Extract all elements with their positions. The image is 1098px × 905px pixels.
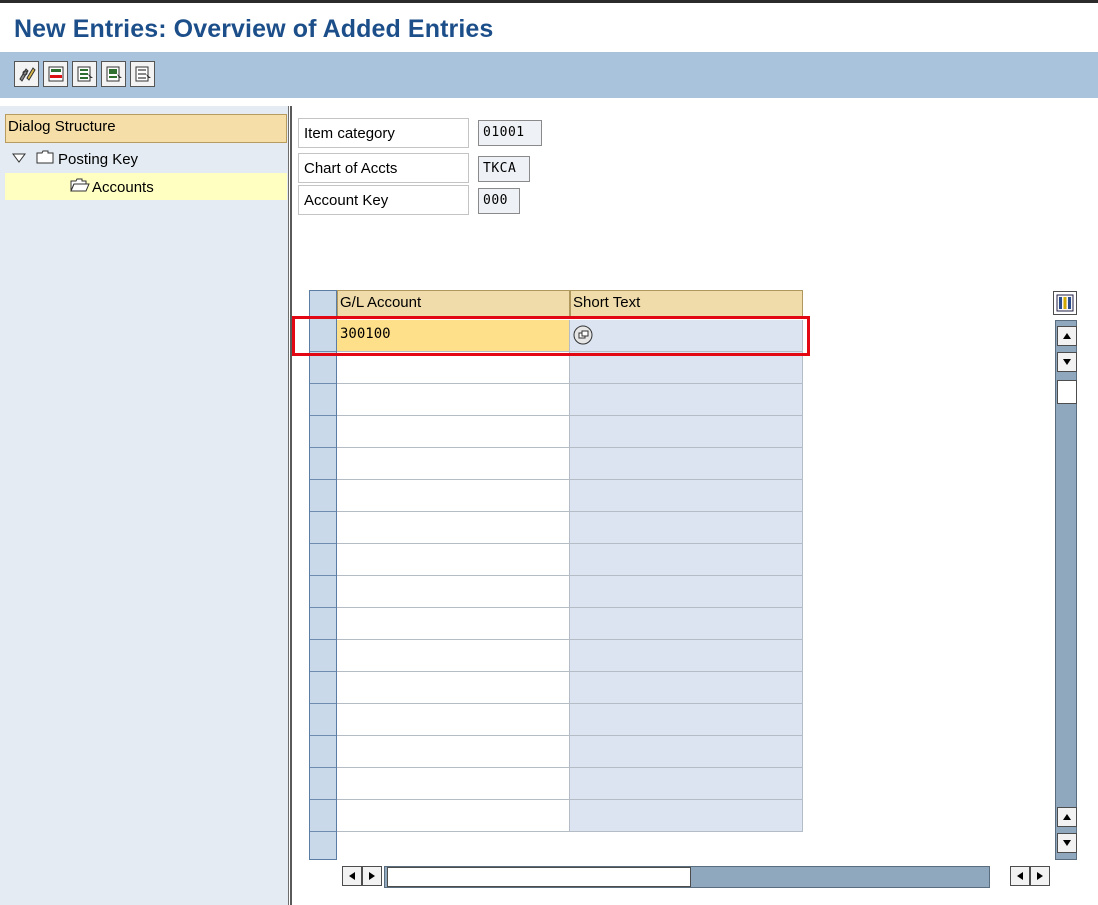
- short-text-cell: [570, 800, 803, 832]
- row-selector[interactable]: [310, 800, 336, 832]
- tree-item-label: Posting Key: [58, 150, 139, 168]
- gl-account-cell[interactable]: [337, 448, 570, 480]
- short-text-cell: [570, 576, 803, 608]
- scroll-down-icon[interactable]: [1057, 352, 1077, 372]
- short-text-cell: [570, 480, 803, 512]
- open-folder-icon: [70, 178, 92, 196]
- short-text-cell: [570, 768, 803, 800]
- row-selector[interactable]: [310, 672, 336, 704]
- row-selector[interactable]: [310, 704, 336, 736]
- column-header-short-text[interactable]: Short Text: [570, 290, 803, 318]
- gl-account-cell[interactable]: [337, 352, 570, 384]
- scroll-page-down-icon[interactable]: [1057, 833, 1077, 853]
- gl-account-cell[interactable]: [337, 576, 570, 608]
- column-header-gl-account[interactable]: G/L Account: [337, 290, 570, 318]
- title-bar: New Entries: Overview of Added Entries: [0, 0, 1098, 52]
- gl-account-cell[interactable]: [337, 768, 570, 800]
- tree-item-posting-key[interactable]: Posting Key: [12, 146, 138, 172]
- account-key-field[interactable]: 000: [478, 188, 520, 214]
- account-key-label: Account Key: [298, 185, 469, 215]
- scroll-left-icon[interactable]: [342, 866, 362, 886]
- row-selector[interactable]: [310, 640, 336, 672]
- short-text-cell: [570, 416, 803, 448]
- scroll-page-up-icon[interactable]: [1057, 807, 1077, 827]
- gl-account-cell[interactable]: [337, 640, 570, 672]
- scroll-right-icon-2[interactable]: [1030, 866, 1050, 886]
- short-text-cell: [570, 704, 803, 736]
- item-category-label: Item category: [298, 118, 469, 148]
- row-selector[interactable]: [310, 736, 336, 768]
- gl-account-cell[interactable]: [337, 800, 570, 832]
- scroll-thumb[interactable]: [1057, 380, 1077, 404]
- short-text-cell: [570, 544, 803, 576]
- folder-icon: [36, 150, 58, 168]
- short-text-cell: [570, 352, 803, 384]
- scroll-up-icon[interactable]: [1057, 326, 1077, 346]
- row-selector[interactable]: [310, 768, 336, 800]
- short-text-cell: [570, 384, 803, 416]
- page-title: New Entries: Overview of Added Entries: [14, 15, 494, 43]
- short-text-cell: [570, 736, 803, 768]
- row-selector[interactable]: [310, 448, 336, 480]
- change-display-icon[interactable]: [14, 61, 39, 87]
- gl-account-cell[interactable]: [337, 416, 570, 448]
- chart-of-accts-label: Chart of Accts: [298, 153, 469, 183]
- tree-item-label: Accounts: [92, 178, 154, 196]
- highlight-annotation: [292, 316, 810, 356]
- dialog-structure-header: Dialog Structure: [5, 114, 287, 143]
- gl-account-cell[interactable]: [337, 544, 570, 576]
- expand-triangle-icon[interactable]: [12, 151, 32, 168]
- row-selector[interactable]: [310, 384, 336, 416]
- gl-account-cell[interactable]: [337, 704, 570, 736]
- application-toolbar: [0, 52, 1098, 98]
- scroll-left-icon-2[interactable]: [1010, 866, 1030, 886]
- chart-of-accts-field[interactable]: TKCA: [478, 156, 530, 182]
- deselect-all-icon[interactable]: [130, 61, 155, 87]
- horizontal-scroll-thumb[interactable]: [387, 867, 691, 887]
- select-all-icon[interactable]: [72, 61, 97, 87]
- delete-row-icon[interactable]: [43, 61, 68, 87]
- short-text-cell: [570, 448, 803, 480]
- item-category-field[interactable]: 01001: [478, 120, 542, 146]
- short-text-cell: [570, 512, 803, 544]
- row-selector[interactable]: [310, 608, 336, 640]
- row-selector[interactable]: [310, 544, 336, 576]
- gl-account-cell[interactable]: [337, 608, 570, 640]
- tree-item-accounts[interactable]: Accounts: [70, 174, 154, 200]
- row-selector[interactable]: [310, 512, 336, 544]
- dialog-structure-pane: [0, 106, 288, 905]
- toolbar-separator: [0, 98, 1098, 106]
- short-text-cell: [570, 672, 803, 704]
- row-selector[interactable]: [310, 416, 336, 448]
- gl-account-cell[interactable]: [337, 384, 570, 416]
- gl-account-cell[interactable]: [337, 512, 570, 544]
- pane-splitter[interactable]: [288, 106, 292, 905]
- row-selector[interactable]: [310, 576, 336, 608]
- row-selector[interactable]: [310, 480, 336, 512]
- short-text-cell: [570, 608, 803, 640]
- select-block-icon[interactable]: [101, 61, 126, 87]
- scroll-right-icon[interactable]: [362, 866, 382, 886]
- gl-account-cell[interactable]: [337, 672, 570, 704]
- short-text-cell: [570, 640, 803, 672]
- gl-account-cell[interactable]: [337, 480, 570, 512]
- table-settings-icon[interactable]: [1053, 291, 1077, 315]
- gl-account-cell[interactable]: [337, 736, 570, 768]
- row-selector[interactable]: [310, 352, 336, 384]
